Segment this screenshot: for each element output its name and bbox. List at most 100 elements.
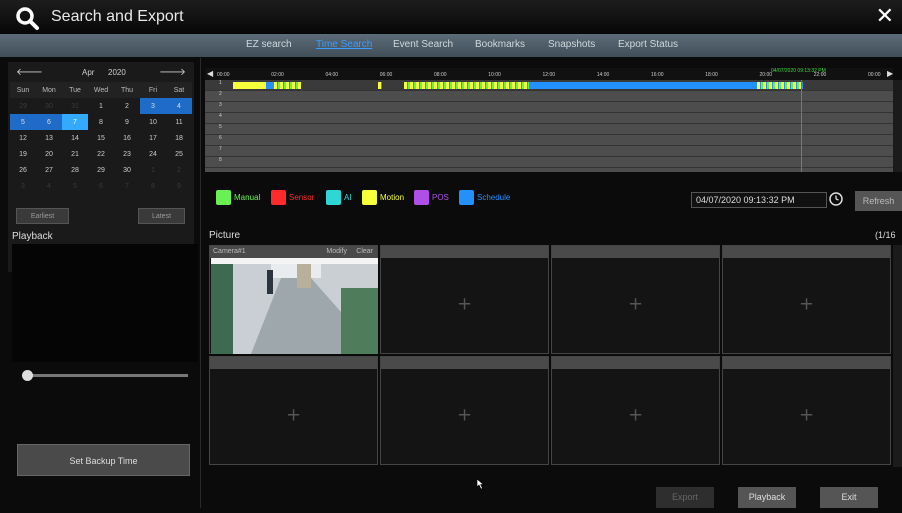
tab-bookmarks[interactable]: Bookmarks [475, 39, 525, 50]
calendar-day[interactable]: 13 [36, 130, 62, 146]
calendar-day[interactable]: 28 [62, 162, 88, 178]
calendar-day[interactable]: 16 [114, 130, 140, 146]
timeline-row[interactable]: 2 [205, 91, 893, 102]
calendar-day[interactable]: 26 [10, 162, 36, 178]
calendar-day[interactable]: 17 [140, 130, 166, 146]
timeline[interactable]: ◀ ▶ 04/07/2020 09:13:32 PM 00:00 02:00 04:… [205, 68, 902, 172]
tab-snapshots[interactable]: Snapshots [548, 39, 595, 50]
calendar-day[interactable]: 10 [140, 114, 166, 130]
calendar-day[interactable]: 2 [114, 98, 140, 114]
calendar-day[interactable]: 18 [166, 130, 192, 146]
calendar-day[interactable]: 21 [62, 146, 88, 162]
timeline-row[interactable]: 4 [205, 113, 893, 124]
picture-cell[interactable]: + [209, 356, 378, 465]
tab-export-status[interactable]: Export Status [618, 39, 678, 50]
clear-link[interactable]: Clear [356, 248, 373, 255]
latest-button[interactable]: Latest [138, 208, 185, 224]
slider-knob[interactable] [22, 370, 33, 381]
calendar-header: 🡐 Apr 2020 🡒 [8, 62, 194, 82]
calendar-day[interactable]: 20 [36, 146, 62, 162]
calendar-day[interactable]: 15 [88, 130, 114, 146]
calendar-day[interactable]: 4 [166, 98, 192, 114]
calendar-day[interactable]: 11 [166, 114, 192, 130]
recording-segment[interactable] [233, 82, 266, 89]
add-icon[interactable]: + [286, 404, 301, 425]
add-icon[interactable]: + [628, 404, 643, 425]
calendar-day[interactable]: 1 [140, 162, 166, 178]
calendar-day[interactable]: 1 [88, 98, 114, 114]
calendar-day[interactable]: 31 [62, 98, 88, 114]
recording-segment[interactable] [378, 82, 383, 89]
set-backup-time-button[interactable]: Set Backup Time [17, 444, 190, 476]
calendar-day[interactable]: 30 [36, 98, 62, 114]
refresh-button[interactable]: Refresh [855, 191, 902, 211]
calendar-day[interactable]: 3 [140, 98, 166, 114]
calendar-day[interactable]: 7 [114, 178, 140, 194]
picture-cell[interactable]: + [722, 356, 891, 465]
calendar-day[interactable]: 22 [88, 146, 114, 162]
exit-button[interactable]: Exit [820, 487, 878, 508]
tab-ez-search[interactable]: EZ search [246, 39, 292, 50]
calendar-day[interactable]: 29 [88, 162, 114, 178]
next-month-icon[interactable]: 🡒 [159, 66, 186, 78]
calendar-day[interactable]: 30 [114, 162, 140, 178]
picture-cell[interactable]: + [551, 356, 720, 465]
calendar-day[interactable]: 5 [62, 178, 88, 194]
picture-scrollbar[interactable] [893, 245, 902, 467]
calendar-day[interactable]: 9 [166, 178, 192, 194]
calendar-day[interactable]: 27 [36, 162, 62, 178]
calendar-day[interactable]: 24 [140, 146, 166, 162]
playback-slider[interactable] [22, 370, 188, 381]
close-icon[interactable]: ✕ [876, 4, 894, 29]
recording-segment[interactable] [528, 82, 757, 89]
calendar-day[interactable]: 23 [114, 146, 140, 162]
calendar-day[interactable]: 14 [62, 130, 88, 146]
picture-cell[interactable]: + [380, 245, 549, 354]
calendar-day[interactable]: 19 [10, 146, 36, 162]
timeline-row[interactable]: 8 [205, 157, 893, 168]
timeline-scrollbar[interactable] [893, 80, 902, 172]
calendar-day[interactable]: 8 [140, 178, 166, 194]
calendar-day[interactable]: 2 [166, 162, 192, 178]
playback-button[interactable]: Playback [738, 487, 796, 508]
tab-time-search[interactable]: Time Search [316, 39, 372, 50]
recording-segment[interactable] [756, 82, 803, 89]
recording-segment[interactable] [273, 82, 301, 89]
picture-cell[interactable]: + [722, 245, 891, 354]
timeline-row[interactable]: 5 [205, 124, 893, 135]
add-icon[interactable]: + [628, 293, 643, 314]
calendar-day[interactable]: 6 [88, 178, 114, 194]
calendar-day[interactable]: 12 [10, 130, 36, 146]
recording-segment[interactable] [265, 82, 274, 89]
calendar-day[interactable]: 25 [166, 146, 192, 162]
timeline-left-icon[interactable]: ◀ [207, 69, 213, 78]
tab-event-search[interactable]: Event Search [393, 39, 453, 50]
add-icon[interactable]: + [799, 404, 814, 425]
timeline-row[interactable]: 6 [205, 135, 893, 146]
add-icon[interactable]: + [799, 293, 814, 314]
picture-cell[interactable]: + [551, 245, 720, 354]
modify-link[interactable]: Modify [326, 248, 347, 255]
recording-segment[interactable] [404, 82, 529, 89]
prev-month-icon[interactable]: 🡐 [16, 66, 43, 78]
picture-cell[interactable]: Camera#1 Modify Clear [209, 245, 378, 354]
calendar-day[interactable]: 8 [88, 114, 114, 130]
clock-icon[interactable] [829, 192, 843, 206]
calendar-day[interactable]: 6 [36, 114, 62, 130]
calendar-day[interactable]: 5 [10, 114, 36, 130]
export-button[interactable]: Export [656, 487, 714, 508]
timeline-row[interactable]: 3 [205, 102, 893, 113]
calendar-day[interactable]: 7 [62, 114, 88, 130]
calendar-day[interactable]: 4 [36, 178, 62, 194]
timeline-cursor[interactable] [800, 80, 802, 172]
calendar-day[interactable]: 3 [10, 178, 36, 194]
add-icon[interactable]: + [457, 404, 472, 425]
picture-cell[interactable]: + [380, 356, 549, 465]
datetime-field[interactable]: 04/07/2020 09:13:32 PM [691, 192, 827, 208]
calendar-day[interactable]: 29 [10, 98, 36, 114]
timeline-row[interactable]: 7 [205, 146, 893, 157]
calendar-day[interactable]: 9 [114, 114, 140, 130]
timeline-right-icon[interactable]: ▶ [887, 69, 893, 78]
earliest-button[interactable]: Earliest [16, 208, 69, 224]
add-icon[interactable]: + [457, 293, 472, 314]
